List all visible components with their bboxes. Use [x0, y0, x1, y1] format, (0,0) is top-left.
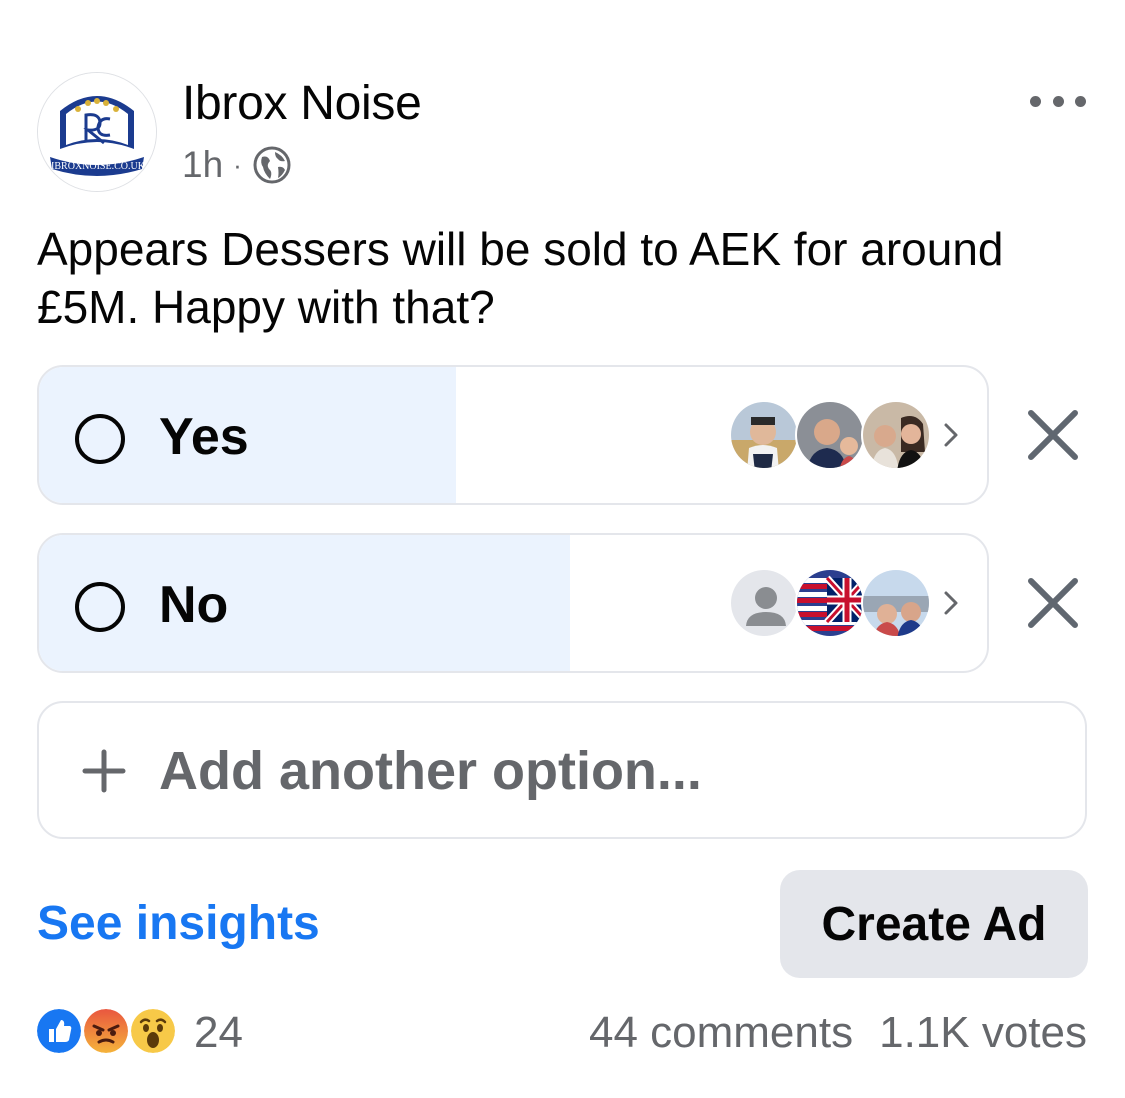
- reaction-count[interactable]: 24: [194, 1006, 243, 1060]
- logo-caption: IBROXNOISE.CO.UK: [52, 161, 144, 172]
- close-icon[interactable]: [1023, 573, 1083, 633]
- voter-avatar: [861, 568, 931, 638]
- voter-avatars[interactable]: [729, 400, 939, 472]
- poll-option-yes[interactable]: Yes: [37, 365, 989, 505]
- create-ad-button[interactable]: Create Ad: [780, 870, 1088, 978]
- voter-avatars[interactable]: [729, 568, 939, 640]
- more-options-icon[interactable]: [1030, 88, 1086, 114]
- radio-button[interactable]: [75, 582, 125, 632]
- post-stats: 44 comments 1.1K votes: [589, 1006, 1087, 1060]
- reaction-icons[interactable]: [34, 1006, 184, 1060]
- voter-avatar: [861, 400, 931, 470]
- radio-button[interactable]: [75, 414, 125, 464]
- poll-option-no[interactable]: No: [37, 533, 989, 673]
- globe-icon[interactable]: [252, 145, 292, 185]
- plus-icon: [82, 749, 126, 793]
- add-option-button[interactable]: Add another option...: [37, 701, 1087, 839]
- chevron-right-icon[interactable]: [934, 417, 970, 453]
- post-timestamp[interactable]: 1h: [182, 144, 223, 186]
- add-option-label: Add another option...: [159, 741, 702, 801]
- club-crest-logo: [38, 73, 156, 191]
- meta-separator: ·: [233, 150, 242, 180]
- svg-text:IBROXNOISE.CO.UK: IBROXNOISE.CO.UK: [52, 161, 144, 172]
- voter-avatar: [729, 400, 799, 470]
- comments-count[interactable]: 44 comments: [589, 1006, 853, 1060]
- see-insights-link[interactable]: See insights: [37, 896, 320, 952]
- voter-avatar: [795, 400, 865, 470]
- angry-icon: [81, 1006, 131, 1056]
- like-icon: [34, 1006, 84, 1056]
- page-avatar[interactable]: IBROXNOISE.CO.UK: [37, 72, 157, 192]
- post-meta: 1h ·: [182, 142, 292, 188]
- page-name[interactable]: Ibrox Noise: [182, 76, 422, 131]
- default-person-avatar: [729, 568, 799, 638]
- flag-avatar: [795, 568, 865, 638]
- post-text: Appears Dessers will be sold to AEK for …: [37, 223, 1004, 333]
- chevron-right-icon[interactable]: [934, 585, 970, 621]
- wow-icon: [128, 1006, 178, 1056]
- votes-count[interactable]: 1.1K votes: [879, 1006, 1087, 1060]
- poll-option-label: No: [159, 576, 229, 634]
- poll-option-label: Yes: [159, 408, 249, 466]
- close-icon[interactable]: [1023, 405, 1083, 465]
